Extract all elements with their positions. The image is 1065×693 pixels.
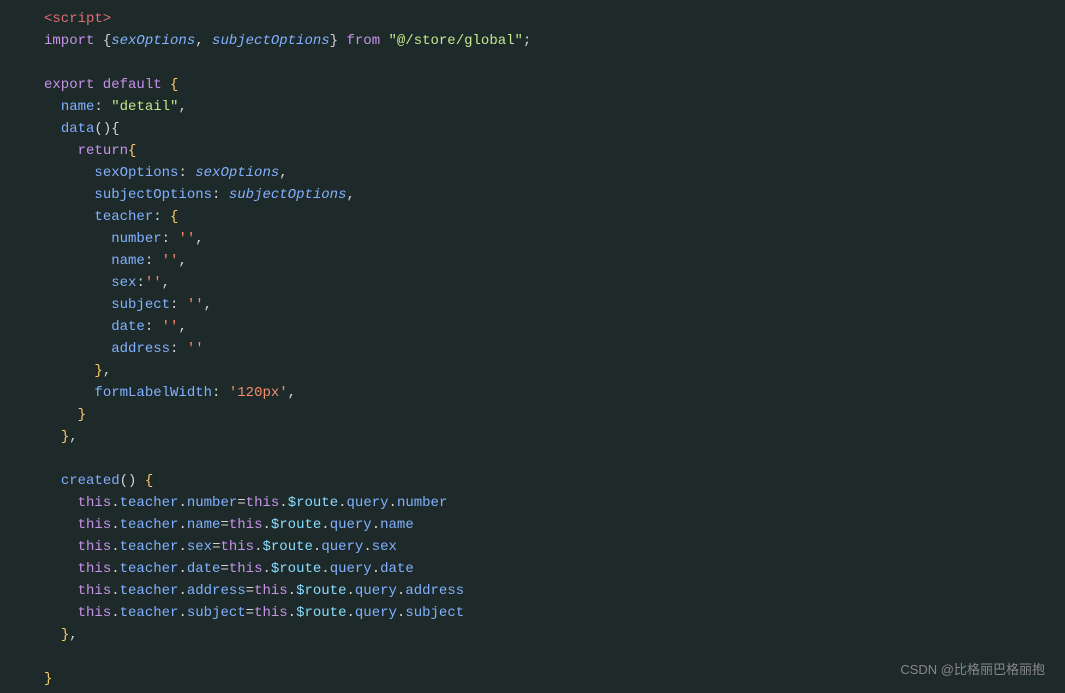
line-20: }, — [0, 426, 1065, 448]
line-21 — [0, 448, 1065, 470]
line-7: return{ — [0, 140, 1065, 162]
line-27: this.teacher.address=this.$route.query.a… — [0, 580, 1065, 602]
line-11: number: '', — [0, 228, 1065, 250]
line-22: created() { — [0, 470, 1065, 492]
line-16: address: '' — [0, 338, 1065, 360]
line-1: <script> — [0, 8, 1065, 30]
line-8: sexOptions: sexOptions, — [0, 162, 1065, 184]
line-28: this.teacher.subject=this.$route.query.s… — [0, 602, 1065, 624]
line-19: } — [0, 404, 1065, 426]
line-5: name: "detail", — [0, 96, 1065, 118]
line-14: subject: '', — [0, 294, 1065, 316]
line-9: subjectOptions: subjectOptions, — [0, 184, 1065, 206]
line-24: this.teacher.name=this.$route.query.name — [0, 514, 1065, 536]
line-26: this.teacher.date=this.$route.query.date — [0, 558, 1065, 580]
line-13: sex:'', — [0, 272, 1065, 294]
line-17: }, — [0, 360, 1065, 382]
code-editor: <script> import {sexOptions, subjectOpti… — [0, 0, 1065, 693]
line-6: data(){ — [0, 118, 1065, 140]
line-3 — [0, 52, 1065, 74]
line-23: this.teacher.number=this.$route.query.nu… — [0, 492, 1065, 514]
line-2: import {sexOptions, subjectOptions} from… — [0, 30, 1065, 52]
line-4: export default { — [0, 74, 1065, 96]
line-25: this.teacher.sex=this.$route.query.sex — [0, 536, 1065, 558]
line-12: name: '', — [0, 250, 1065, 272]
line-10: teacher: { — [0, 206, 1065, 228]
line-29: }, — [0, 624, 1065, 646]
line-15: date: '', — [0, 316, 1065, 338]
line-18: formLabelWidth: '120px', — [0, 382, 1065, 404]
watermark: CSDN @比格丽巴格丽抱 — [900, 659, 1045, 681]
